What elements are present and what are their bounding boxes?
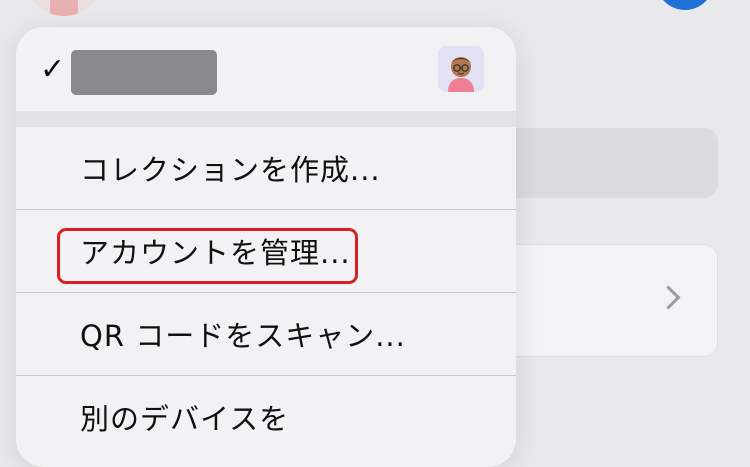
background-blue-button[interactable] bbox=[656, 0, 714, 10]
manage-account-item[interactable]: アカウントを管理... bbox=[16, 210, 516, 293]
checkmark-icon: ✓ bbox=[40, 52, 66, 87]
background-card[interactable] bbox=[500, 244, 718, 357]
menu-section-separator bbox=[16, 111, 516, 127]
memoji-avatar-icon bbox=[438, 46, 484, 92]
another-device-label: 別のデバイスを bbox=[80, 402, 290, 436]
manage-account-label: アカウントを管理... bbox=[80, 236, 351, 270]
scan-qr-code-item[interactable]: QR コードをスキャン... bbox=[16, 293, 516, 376]
create-collection-item[interactable]: コレクションを作成... bbox=[16, 127, 516, 210]
account-name-redacted bbox=[71, 50, 217, 95]
another-device-item[interactable]: 別のデバイスを bbox=[16, 376, 516, 459]
account-menu: ✓ コレクションを作成... アカウントを管理... QR コードをスキャン..… bbox=[16, 27, 516, 467]
current-account-row[interactable]: ✓ bbox=[16, 27, 516, 111]
background-avatar bbox=[30, 0, 98, 16]
create-collection-label: コレクションを作成... bbox=[80, 153, 381, 187]
background-field bbox=[500, 128, 718, 198]
scan-qr-code-label: QR コードをスキャン... bbox=[80, 319, 406, 353]
